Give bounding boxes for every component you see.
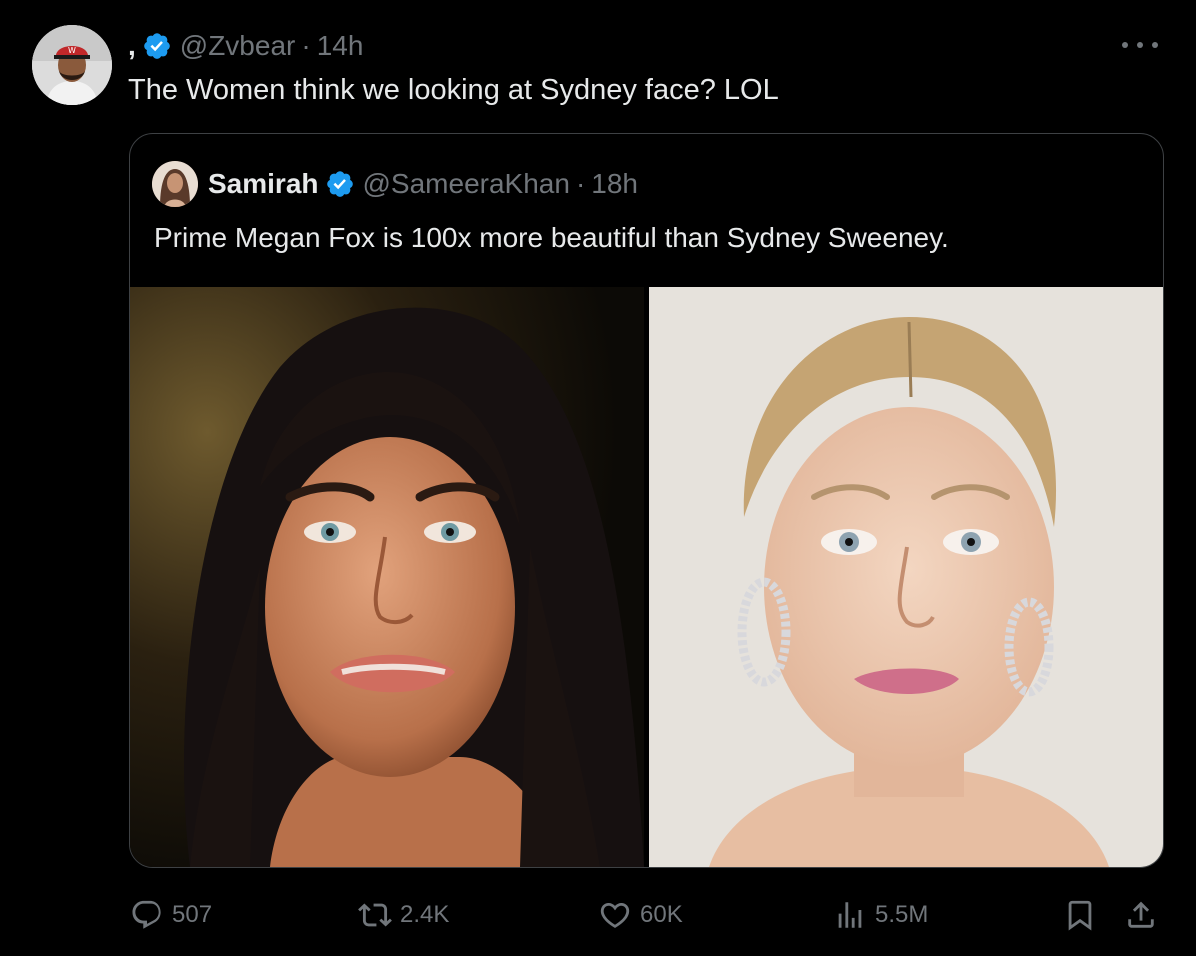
views-count: 5.5M — [875, 901, 929, 928]
post-text: The Women think we looking at Sydney fac… — [128, 74, 779, 106]
like-count: 60K — [640, 901, 683, 928]
svg-text:W: W — [68, 46, 76, 55]
bookmark-button[interactable] — [1063, 890, 1105, 940]
tweet: W , @Zvbear · 14h The Women think we loo… — [0, 0, 1196, 956]
verified-badge-icon — [325, 169, 355, 199]
bookmark-icon — [1068, 900, 1092, 931]
photo-blonde-woman[interactable] — [649, 287, 1163, 867]
share-button[interactable] — [1124, 890, 1166, 940]
verified-badge-icon[interactable] — [142, 31, 172, 61]
photo-dark-haired-woman[interactable] — [130, 287, 644, 867]
views-icon — [838, 902, 862, 928]
reply-count: 507 — [172, 901, 213, 928]
quoted-post-time: 18h — [591, 168, 638, 199]
author-avatar[interactable]: W — [32, 25, 112, 105]
more-options-icon[interactable] — [1122, 30, 1158, 60]
quoted-post-media — [130, 287, 1163, 867]
repost-icon — [358, 903, 392, 927]
author-handle[interactable]: @Zvbear — [180, 30, 296, 62]
post-time[interactable]: 14h — [317, 30, 364, 62]
reply-button[interactable]: 507 — [130, 890, 212, 940]
share-icon — [1128, 901, 1154, 928]
post-header: , @Zvbear · 14h — [128, 26, 363, 66]
post-actions: 507 2.4K 60K 5.5M — [128, 890, 1168, 940]
quoted-post[interactable]: Samirah @SameeraKhan · 18h Prime Megan F… — [129, 133, 1164, 868]
separator: · — [575, 168, 586, 199]
like-button[interactable]: 60K — [598, 890, 683, 940]
quoted-post-text: Prime Megan Fox is 100x more beautiful t… — [154, 222, 949, 253]
quoted-author-avatar — [152, 161, 198, 207]
heart-icon — [600, 902, 630, 928]
quoted-post-header: Samirah @SameeraKhan · 18h — [152, 161, 638, 207]
repost-button[interactable]: 2.4K — [358, 890, 449, 940]
author-display-name[interactable]: , — [128, 30, 136, 62]
quoted-author-display-name: Samirah — [208, 168, 319, 199]
quoted-author-handle: @SameeraKhan — [362, 168, 570, 199]
separator: · — [301, 30, 311, 61]
views-button[interactable]: 5.5M — [833, 890, 928, 940]
reply-icon — [132, 900, 161, 929]
repost-count: 2.4K — [400, 901, 450, 928]
